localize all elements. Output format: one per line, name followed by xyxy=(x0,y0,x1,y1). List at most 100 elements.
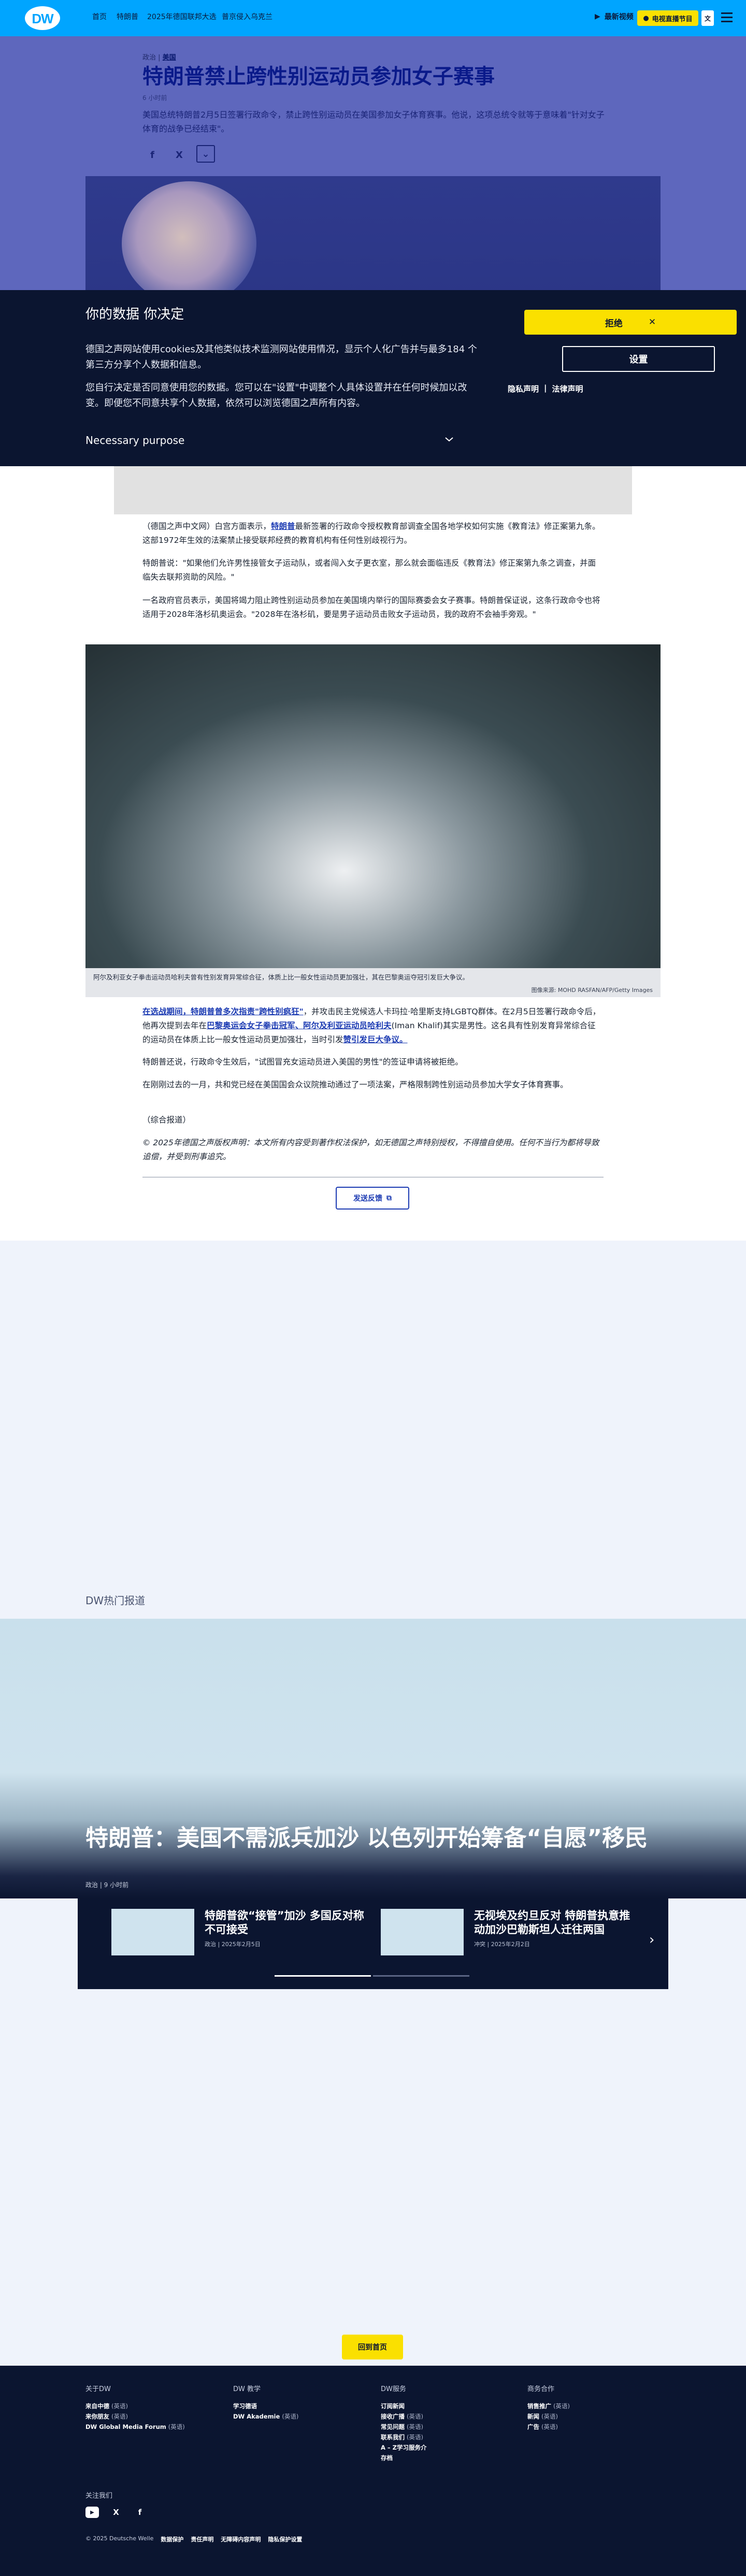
nav-ukraine[interactable]: 普京侵入乌克兰 xyxy=(222,11,272,22)
latest-videos-link[interactable]: ▶ 最新视频 xyxy=(595,11,634,22)
close-icon: ✕ xyxy=(648,317,656,327)
footer-heading: DW 教学 xyxy=(233,2385,261,2393)
article-photo xyxy=(85,644,661,968)
carousel-indicator[interactable] xyxy=(373,1975,469,1977)
youtube-icon[interactable]: ▶ xyxy=(85,2507,99,2518)
footer-heading: DW服务 xyxy=(381,2385,406,2393)
footer-link[interactable]: 学习德语 xyxy=(233,2401,298,2411)
live-tv-label: 电视直播节目 xyxy=(652,15,693,23)
play-icon: ● xyxy=(643,14,649,22)
consent-text-1: 德国之声网站使用cookies及其他类似技术监测网站使用情况，显示个人化广告并与… xyxy=(85,344,477,370)
feedback-button[interactable]: 发送反馈 ⧉ xyxy=(336,1187,409,1210)
footer-link[interactable]: 广告 (英语) xyxy=(527,2422,570,2432)
footer-link[interactable]: 接收广播 (英语) xyxy=(381,2411,427,2422)
footer-link[interactable]: 销售推广 (英语) xyxy=(527,2401,570,2411)
dw-logo[interactable]: DW xyxy=(25,6,61,30)
nav-home[interactable]: 首页 xyxy=(92,11,107,22)
language-button[interactable]: 文 xyxy=(701,10,714,26)
image-placeholder xyxy=(114,466,632,514)
social-links: ▶ X f xyxy=(85,2507,147,2518)
chevron-down-icon[interactable] xyxy=(443,433,455,445)
disclaimer-link[interactable]: 责任声明 xyxy=(191,2535,213,2543)
privacy-settings-link[interactable]: 隐私保护设置 xyxy=(268,2535,302,2543)
article-lead: 美国总统特朗普2月5日签署行政命令，禁止跨性别运动员在美国参加女子体育赛事。他说… xyxy=(142,110,605,134)
copyright: © 2025 Deutsche Welle xyxy=(85,2535,154,2542)
footer-column-about: 关于DW 来自中德 (英语) 来你朋友 (英语) DW Global Media… xyxy=(85,2384,185,2432)
nav-election[interactable]: 2025年德国联邦大选 xyxy=(147,11,217,22)
trump-link[interactable]: 特朗普 xyxy=(271,522,295,531)
footer-link[interactable]: 来你朋友 (英语) xyxy=(85,2411,185,2422)
featured-story-title[interactable]: 特朗普：美国不需派兵加沙 以色列开始筹备“自愿”移民 xyxy=(85,1824,661,1852)
footer-link[interactable]: DW Global Media Forum (英语) xyxy=(85,2422,185,2432)
privacy-link[interactable]: 隐私声明 xyxy=(508,383,539,394)
live-tv-button[interactable]: ● 电视直播节目 xyxy=(637,10,698,26)
accessibility-link[interactable]: 无障碍内容声明 xyxy=(221,2535,261,2543)
nav-trump[interactable]: 特朗普 xyxy=(117,11,138,22)
article-paragraph: 在选战期间，特朗普曾多次指责"跨性别疯狂"，并攻击民主党候选人卡玛拉·哈里斯支持… xyxy=(142,1005,604,1047)
photo-caption: 阿尔及利亚女子拳击运动员哈利夫曾有性别发育异常综合征，体质上比一般女性运动员更加… xyxy=(93,973,469,981)
footer-column-business: 商务合作 销售推广 (英语) 新闻 (英语) 广告 (英语) xyxy=(527,2384,570,2432)
article-paragraph: 特朗普还说，行政命令生效后，"试图冒充女运动员进入美国的男性"的签证申请将被拒绝… xyxy=(142,1057,463,1067)
article-paragraph: 一名政府官员表示，美国将竭力阻止跨性别运动员参加在美国境内举行的国际赛委会女子赛… xyxy=(142,596,600,619)
card-meta: 政治 | 2025年2月5日 xyxy=(205,1941,261,1948)
footer-link[interactable]: A – Z学习服务介 xyxy=(381,2442,427,2453)
share-more-icon[interactable]: ⌄ xyxy=(196,145,215,163)
x-icon[interactable]: X xyxy=(169,145,189,165)
footer-link[interactable]: 订阅新闻 xyxy=(381,2401,427,2411)
article-title: 特朗普禁止跨性别运动员参加女子赛事 xyxy=(142,65,495,89)
paragraph-text: （德国之声中文网）白宫方面表示， xyxy=(142,522,271,531)
hamburger-menu-icon[interactable] xyxy=(721,12,733,23)
photo-credit: 图像来源: MOHD RASFAN/AFP/Getty Images xyxy=(531,987,653,994)
card-title: 无视埃及约旦反对 特朗普执意推动加沙巴勒斯坦人迁往两国 xyxy=(474,1909,630,1936)
featured-story-meta: 政治 | 9 小时前 xyxy=(85,1881,129,1889)
chevron-right-icon[interactable]: › xyxy=(649,1932,654,1948)
logo-text: DW xyxy=(32,11,53,26)
legal-link[interactable]: 法律声明 xyxy=(552,383,583,394)
facebook-icon[interactable]: f xyxy=(133,2507,147,2518)
data-protection-link[interactable]: 数据保护 xyxy=(161,2535,183,2543)
card-thumbnail xyxy=(381,1909,464,1955)
feedback-label: 发送反馈 xyxy=(353,1195,382,1203)
necessary-purpose-toggle[interactable]: Necessary purpose xyxy=(85,434,184,447)
copyright-notice: © 2025年德国之声版权声明：本文所有内容受到著作权法保护，如无德国之声特别授… xyxy=(142,1138,599,1161)
footer: 关于DW 来自中德 (英语) 来你朋友 (英语) DW Global Media… xyxy=(0,2366,746,2576)
section-label: DW热门报道 xyxy=(85,1594,146,1607)
consent-links: 隐私声明 | 法律声明 xyxy=(508,383,583,394)
footer-link[interactable]: 常见问题 (英语) xyxy=(381,2422,427,2432)
reject-button[interactable]: 拒绝 ✕ xyxy=(524,310,737,335)
carousel-card[interactable]: 特朗普欲“接管”加沙 多国反对称不可接受 政治 | 2025年2月5日 xyxy=(111,1909,370,1955)
top-header: DW 首页 特朗普 2025年德国联邦大选 普京侵入乌克兰 ▶ 最新视频 ● 电… xyxy=(0,0,746,36)
footer-heading: 商务合作 xyxy=(527,2385,555,2393)
card-meta: 冲突 | 2025年2月2日 xyxy=(474,1941,530,1948)
card-title: 特朗普欲“接管”加沙 多国反对称不可接受 xyxy=(205,1909,364,1936)
settings-button[interactable]: 设置 xyxy=(562,346,715,372)
x-icon[interactable]: X xyxy=(109,2507,123,2518)
card-thumbnail xyxy=(111,1909,194,1955)
link-divider: | xyxy=(544,383,547,393)
footer-column-learning: DW 教学 学习德语 DW Akademie (英语) xyxy=(233,2384,298,2422)
khalif-link[interactable]: 巴黎奥运会女子拳击冠军、阿尔及利亚运动员哈利夫 xyxy=(207,1021,392,1030)
footer-link[interactable]: 新闻 (英语) xyxy=(527,2411,570,2422)
latest-videos-label: 最新视频 xyxy=(604,13,634,21)
footer-link[interactable]: 存档 xyxy=(381,2453,427,2463)
carousel-card[interactable]: 无视埃及约旦反对 特朗普执意推动加沙巴勒斯坦人迁往两国 冲突 | 2025年2月… xyxy=(381,1909,640,1955)
breadcrumb-section[interactable]: 美国 xyxy=(163,54,176,62)
video-icon: ▶ xyxy=(595,12,600,21)
campaign-link[interactable]: 在选战期间，特朗普曾多次指责"跨性别疯狂" xyxy=(142,1007,304,1016)
article-time: 6 小时前 xyxy=(142,94,167,102)
footer-link[interactable]: 联系我们 (英语) xyxy=(381,2432,427,2442)
article-paragraph: 在刚刚过去的一月，共和党已经在美国国会众议院推动通过了一项法案，严格限制跨性别运… xyxy=(142,1080,568,1089)
breadcrumb: 政治 | 美国 xyxy=(142,54,176,62)
footer-heading: 关于DW xyxy=(85,2385,111,2393)
featured-story-image[interactable] xyxy=(0,1619,746,1898)
back-to-home-button[interactable]: 回到首页 xyxy=(342,2335,403,2359)
consent-title: 你的数据 你决定 xyxy=(85,307,184,322)
facebook-icon[interactable]: f xyxy=(142,145,162,165)
carousel-indicator-active[interactable] xyxy=(275,1975,371,1977)
article-paragraph: （综合报道） xyxy=(142,1115,191,1125)
reject-label: 拒绝 xyxy=(605,318,623,329)
footer-link[interactable]: 来自中德 (英语) xyxy=(85,2401,185,2411)
follow-us-label: 关注我们 xyxy=(85,2492,113,2500)
controversy-link[interactable]: 赞引发巨大争议。 xyxy=(343,1035,408,1044)
footer-link[interactable]: DW Akademie (英语) xyxy=(233,2411,298,2422)
